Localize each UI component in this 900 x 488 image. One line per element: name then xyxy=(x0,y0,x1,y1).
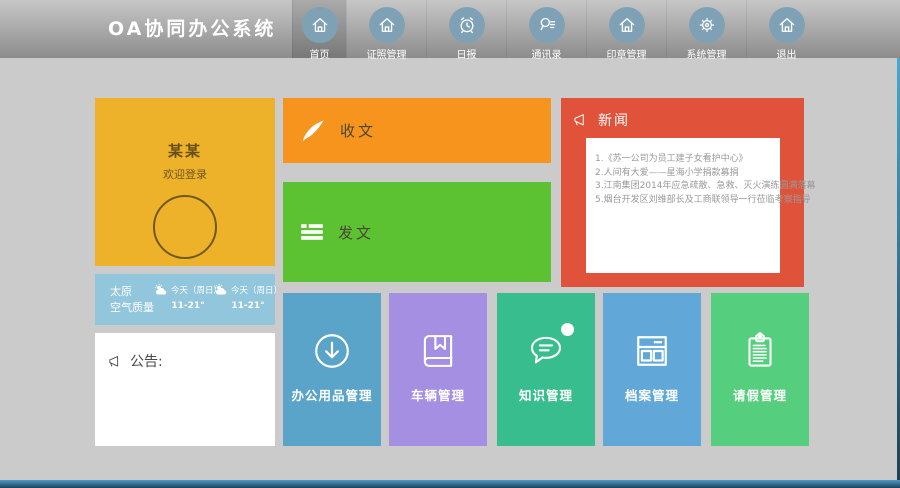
news-panel: 1.《苏一公司为员工建子女看护中心》 2.人间有大爱——星海小学捐款募捐 3.江… xyxy=(586,138,780,273)
clipboard-icon xyxy=(739,325,781,377)
download-circle-icon xyxy=(310,325,354,377)
module-label: 办公用品管理 xyxy=(291,385,372,404)
oa-dashboard: OA协同办公系统 首页 证照管理 xyxy=(0,0,900,488)
inbox-label: 收文 xyxy=(340,120,376,141)
nav-item-seal[interactable]: 印章管理 xyxy=(586,0,666,58)
news-item[interactable]: 2.人间有大爱——星海小学捐款募捐 xyxy=(595,167,780,181)
weather-date: 今天（周日） xyxy=(231,284,282,296)
avatar xyxy=(153,195,217,259)
nav-item-label: 日报 xyxy=(457,46,477,61)
megaphone-icon xyxy=(572,112,590,128)
nav-item-label: 首页 xyxy=(310,46,330,61)
weather-location: 太原 空气质量 xyxy=(110,284,154,316)
module-archives[interactable]: 档案管理 xyxy=(603,293,701,446)
weather-day: 今天（周日） 11-21° xyxy=(219,283,277,311)
module-office-supplies[interactable]: 办公用品管理 xyxy=(283,293,381,446)
nav-item-label: 系统管理 xyxy=(687,46,727,61)
news-card: 新闻 1.《苏一公司为员工建子女看护中心》 2.人间有大爱——星海小学捐款募捐 … xyxy=(561,98,804,287)
notification-badge xyxy=(561,323,574,336)
announcement-card: 公告: xyxy=(95,333,275,446)
news-item[interactable]: 1.《苏一公司为员工建子女看护中心》 xyxy=(595,153,780,167)
news-title: 新闻 xyxy=(598,110,630,130)
weather-temp: 11-21° xyxy=(219,301,277,311)
sun-cloud-icon xyxy=(154,283,169,296)
module-label: 请假管理 xyxy=(733,385,787,404)
module-vehicles[interactable]: 车辆管理 xyxy=(389,293,487,446)
nav-item-label: 通讯录 xyxy=(532,46,562,61)
list-icon xyxy=(299,219,325,245)
archive-icon xyxy=(630,325,674,377)
weather-day: 今天（周日） 11-21° xyxy=(159,283,217,311)
weather-card: 太原 空气质量 今天（周日） 11-21° xyxy=(95,274,275,325)
nav-item-label: 印章管理 xyxy=(607,46,647,61)
user-name: 某某 xyxy=(95,140,275,161)
home-icon xyxy=(302,7,338,43)
inbox-card[interactable]: 收文 xyxy=(283,98,551,163)
home-icon xyxy=(609,7,645,43)
alarm-clock-icon xyxy=(449,7,485,43)
nav-item-home[interactable]: 首页 xyxy=(292,0,346,58)
nav-item-contacts[interactable]: 通讯录 xyxy=(506,0,586,58)
home-icon xyxy=(769,7,805,43)
bottom-accent-bar xyxy=(0,480,900,488)
nav-item-logout[interactable]: 退出 xyxy=(746,0,826,58)
nav-item-label: 退出 xyxy=(777,46,797,61)
announcement-title: 公告: xyxy=(130,351,163,371)
module-label: 档案管理 xyxy=(625,385,679,404)
user-profile-card: 某某 欢迎登录 xyxy=(95,98,275,266)
weather-temp: 11-21° xyxy=(159,301,217,311)
contacts-icon xyxy=(529,7,565,43)
news-item[interactable]: 5.烟台开发区刘维部长及工商联领导一行莅临考察指导 xyxy=(595,194,780,208)
air-quality-label: 空气质量 xyxy=(110,300,154,316)
outbox-card[interactable]: 发文 xyxy=(283,182,551,282)
news-list: 1.《苏一公司为员工建子女看护中心》 2.人间有大爱——星海小学捐款募捐 3.江… xyxy=(595,153,780,207)
book-icon xyxy=(417,325,459,377)
megaphone-icon xyxy=(107,354,124,369)
quill-icon xyxy=(299,117,327,145)
module-label: 车辆管理 xyxy=(411,385,465,404)
news-item[interactable]: 3.江南集团2014年应急疏散、急救、灭火演练圆满落幕 xyxy=(595,180,780,194)
chat-bubble-icon xyxy=(525,325,567,377)
top-nav: 首页 证照管理 日报 xyxy=(292,0,826,58)
app-header: OA协同办公系统 首页 证照管理 xyxy=(0,0,900,58)
nav-item-label: 证照管理 xyxy=(367,46,407,61)
nav-item-license[interactable]: 证照管理 xyxy=(346,0,426,58)
gear-icon xyxy=(689,7,725,43)
nav-item-daily-report[interactable]: 日报 xyxy=(426,0,506,58)
module-label: 知识管理 xyxy=(519,385,573,404)
module-leave[interactable]: 请假管理 xyxy=(711,293,809,446)
outbox-label: 发文 xyxy=(338,222,374,243)
home-icon xyxy=(369,7,405,43)
welcome-text: 欢迎登录 xyxy=(95,166,275,182)
sun-cloud-icon xyxy=(214,283,229,296)
nav-item-system[interactable]: 系统管理 xyxy=(666,0,746,58)
app-title: OA协同办公系统 xyxy=(108,0,276,58)
module-knowledge[interactable]: 知识管理 xyxy=(497,293,595,446)
city-name: 太原 xyxy=(110,284,154,300)
